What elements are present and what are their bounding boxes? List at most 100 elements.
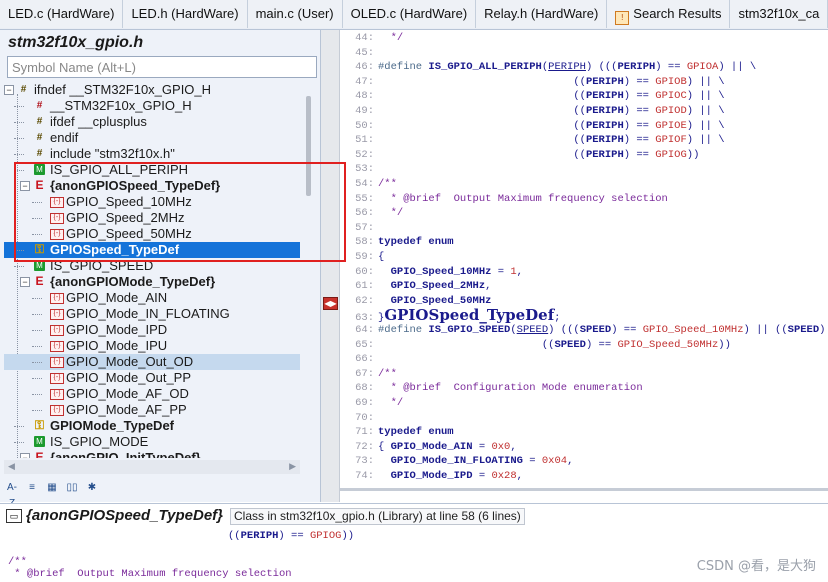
code-line[interactable]: 49: ((PERIPH) == GPIOD) || \ — [340, 105, 828, 118]
code-line[interactable]: 71: typedef enum — [340, 426, 828, 439]
symbol-tree-item[interactable]: # ifdef __cplusplus — [4, 114, 300, 130]
symbol-tree-item[interactable]: − E {anonGPIOMode_TypeDef} — [4, 274, 300, 290]
code-text: GPIO_Mode_IPD = 0x28, — [390, 470, 523, 482]
editor-tab[interactable]: ! Search Results — [607, 0, 731, 28]
panel-splitter[interactable]: ◀▶ — [321, 30, 340, 502]
code-line[interactable]: 57: — [340, 222, 828, 235]
code-line[interactable]: 67: /** — [340, 368, 828, 381]
symbol-tree-item[interactable]: − # ifndef __STM32F10x_GPIO_H — [4, 82, 300, 98]
editor-tab[interactable]: LED.c (HardWare) — [0, 0, 124, 28]
code-line[interactable]: 72: { GPIO_Mode_AIN = 0x0, — [340, 441, 828, 454]
code-line[interactable]: 70: — [340, 412, 828, 425]
symbol-tree-horizontal-scrollbar[interactable]: ◀ ▶ — [4, 460, 300, 474]
enum-constant-icon: {-} — [50, 357, 64, 368]
symbol-tree-item[interactable]: {-} GPIO_Mode_AF_PP — [4, 402, 300, 418]
symbol-tree-item[interactable]: {-} GPIO_Mode_IPD — [4, 322, 300, 338]
code-line[interactable]: 53: — [340, 163, 828, 176]
symbol-search-input[interactable] — [7, 56, 317, 78]
symbol-tree-item[interactable]: # endif — [4, 130, 300, 146]
code-line[interactable]: 45: — [340, 47, 828, 60]
code-line[interactable]: 74: GPIO_Mode_IPD = 0x28, — [340, 470, 828, 482]
code-line[interactable]: 48: ((PERIPH) == GPIOC) || \ — [340, 90, 828, 103]
code-line[interactable]: 61: GPIO_Speed_2MHz, — [340, 280, 828, 293]
symbol-tree-item[interactable]: # __STM32F10x_GPIO_H — [4, 98, 300, 114]
symbol-tree-item-label: GPIOMode_TypeDef — [50, 418, 175, 433]
code-line[interactable]: 47: ((PERIPH) == GPIOB) || \ — [340, 76, 828, 89]
symbol-tree-item-label: ifdef __cplusplus — [50, 114, 147, 129]
enum-constant-icon: {-} — [50, 325, 64, 336]
tree-collapse-toggle-icon[interactable]: − — [4, 85, 14, 95]
collapse-panel-arrow-icon[interactable]: ◀▶ — [323, 297, 338, 310]
symbol-tree[interactable]: − # ifndef __STM32F10x_GPIO_H # __STM32F10x_… — [4, 82, 300, 458]
context-window-code[interactable]: ((PERIPH) == GPIOG)) /** * @brief Output… — [0, 528, 828, 582]
editor-tab[interactable]: LED.h (HardWare) — [123, 0, 248, 28]
line-number: 62: — [355, 294, 374, 307]
code-line[interactable]: 50: ((PERIPH) == GPIOE) || \ — [340, 120, 828, 133]
enum-constant-icon: {-} — [50, 309, 64, 320]
line-number: 51: — [355, 134, 374, 147]
symbol-tree-item[interactable]: {-} GPIO_Mode_AIN — [4, 290, 300, 306]
symbol-tree-item[interactable]: {-} GPIO_Mode_IN_FLOATING — [4, 306, 300, 322]
code-line[interactable]: 63:}GPIOSpeed_TypeDef; — [340, 308, 828, 325]
list-view-icon[interactable]: ≡ — [24, 480, 40, 496]
editor-tab[interactable]: stm32f10x_ca — [730, 0, 828, 28]
editor-tab[interactable]: Relay.h (HardWare) — [476, 0, 608, 28]
editor-tab-label: Search Results — [633, 6, 722, 21]
editor-tab[interactable]: OLED.c (HardWare) — [342, 0, 477, 28]
preprocessor-icon: # — [20, 84, 27, 95]
symbol-tree-item[interactable]: {-} GPIO_Mode_AF_OD — [4, 386, 300, 402]
category-view-icon[interactable]: ▦ — [44, 480, 60, 496]
tree-collapse-toggle-icon[interactable]: − — [20, 453, 30, 458]
symbol-tree-item[interactable]: {-} GPIO_Mode_IPU — [4, 338, 300, 354]
code-line[interactable]: 59:{ — [340, 251, 828, 264]
symbol-tree-item-label: GPIO_Mode_AF_PP — [66, 402, 187, 417]
tree-guide-line — [14, 426, 24, 427]
code-line[interactable]: 58: typedef enum — [340, 236, 828, 249]
code-line[interactable]: 55: * @brief Output Maximum frequency se… — [340, 193, 828, 206]
settings-icon[interactable]: ✱ — [84, 480, 100, 496]
code-line[interactable]: 69: */ — [340, 397, 828, 410]
line-number: 65: — [355, 338, 374, 351]
tree-guide-line — [32, 394, 42, 395]
line-number: 49: — [355, 105, 374, 117]
tree-guide-line — [32, 330, 42, 331]
code-line[interactable]: 52: ((PERIPH) == GPIOG)) — [340, 149, 828, 162]
code-line[interactable]: 46: #define IS_GPIO_ALL_PERIPH(PERIPH) ((… — [340, 61, 828, 74]
scroll-right-arrow-icon[interactable]: ▶ — [289, 461, 296, 472]
symbol-tree-item[interactable]: ⚿ GPIOMode_TypeDef — [4, 418, 300, 434]
code-line[interactable]: 56: */ — [340, 207, 828, 220]
code-line[interactable]: 66: — [340, 353, 828, 366]
symbol-tree-item[interactable]: {-} GPIO_Mode_Out_PP — [4, 370, 300, 386]
editor-horizontal-scrollbar[interactable] — [340, 488, 828, 491]
code-line[interactable]: 54:/** — [340, 178, 828, 191]
code-text: ((PERIPH) == GPIOD) || \ — [378, 105, 725, 117]
tree-guide-line — [14, 442, 24, 443]
symbol-tree-item-label: {anonGPIO_InitTypeDef} — [50, 450, 201, 458]
tree-guide-line — [14, 106, 24, 107]
code-line[interactable]: 60: GPIO_Speed_10MHz = 1, — [340, 266, 828, 279]
code-line[interactable]: 73: GPIO_Mode_IN_FLOATING = 0x04, — [340, 455, 828, 468]
symbol-tree-vertical-scrollbar[interactable] — [302, 82, 316, 458]
code-line[interactable]: 65: ((SPEED) == GPIO_Speed_50MHz)) — [340, 339, 828, 352]
symbol-tree-item[interactable]: # include "stm32f10x.h" — [4, 146, 300, 162]
book-icon[interactable]: ▯▯ — [64, 480, 80, 496]
symbol-tree-item[interactable]: − E {anonGPIO_InitTypeDef} — [4, 450, 300, 458]
symbol-tree-item[interactable]: M IS_GPIO_MODE — [4, 434, 300, 450]
line-number: 66: — [355, 353, 374, 366]
code-line[interactable]: 64: #define IS_GPIO_SPEED(SPEED) (((SPEED… — [340, 324, 828, 337]
scroll-left-arrow-icon[interactable]: ◀ — [8, 461, 15, 472]
tree-collapse-toggle-icon[interactable]: − — [20, 277, 30, 287]
code-text: */ — [378, 207, 404, 220]
code-line[interactable]: 68: * @brief Configuration Mode enumerat… — [340, 382, 828, 395]
sort-az-icon[interactable]: A-Z — [4, 480, 20, 509]
context-code-line: /** — [8, 556, 27, 568]
tree-guide-line — [32, 346, 42, 347]
code-editor[interactable]: 44: */ 45: 46: #define IS_GPIO_ALL_PERIPH(P… — [340, 30, 828, 482]
code-text: */ — [378, 397, 404, 409]
line-number: 47: — [355, 75, 374, 88]
symbol-tree-item-label: ifndef __STM32F10x_GPIO_H — [34, 82, 212, 97]
code-line[interactable]: 51: ((PERIPH) == GPIOF) || \ — [340, 134, 828, 147]
symbol-tree-item[interactable]: {-} GPIO_Mode_Out_OD — [4, 354, 300, 370]
code-line[interactable]: 44: */ — [340, 32, 828, 45]
editor-tab[interactable]: main.c (User) — [247, 0, 343, 28]
